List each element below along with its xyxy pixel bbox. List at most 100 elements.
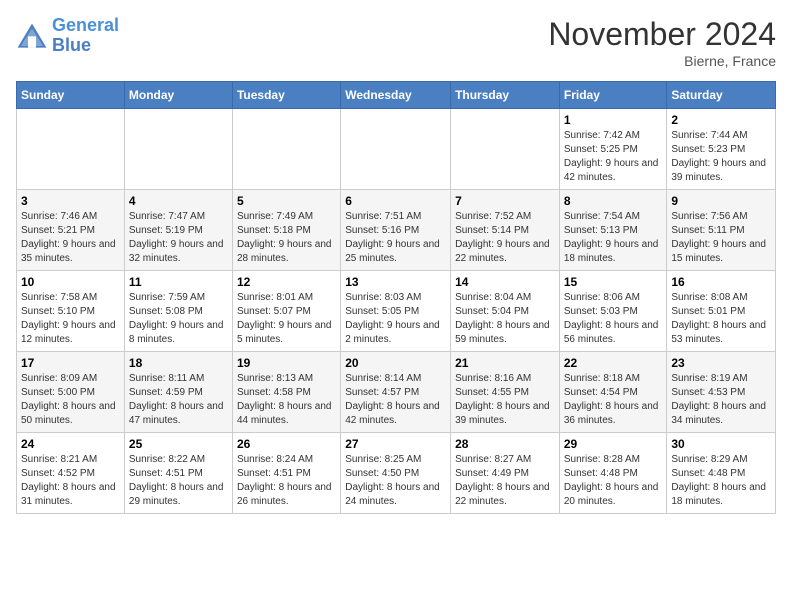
calendar-cell: 3 Sunrise: 7:46 AM Sunset: 5:21 PM Daylig… (17, 190, 125, 271)
day-number: 22 (564, 356, 663, 370)
day-info: Sunrise: 7:46 AM Sunset: 5:21 PM Dayligh… (21, 210, 120, 266)
day-info: Sunrise: 8:14 AM Sunset: 4:57 PM Dayligh… (345, 372, 446, 428)
day-number: 23 (671, 356, 771, 370)
calendar-cell: 19Sunrise: 8:13 AM Sunset: 4:58 PM Dayli… (232, 352, 340, 433)
location: Bierne, France (548, 53, 776, 69)
calendar-cell: 6 Sunrise: 7:51 AM Sunset: 5:16 PM Daylig… (341, 190, 451, 271)
calendar-cell (17, 109, 125, 190)
day-number: 4 (129, 194, 228, 208)
calendar-cell: 9Sunrise: 7:56 AM Sunset: 5:11 PM Daylig… (667, 190, 776, 271)
calendar-cell: 26 Sunrise: 8:24 AM Sunset: 4:51 PM Dayli… (232, 433, 340, 514)
logo: General Blue (16, 16, 119, 56)
day-info: Sunrise: 7:59 AM Sunset: 5:08 PM Dayligh… (129, 291, 228, 347)
day-info: Sunrise: 8:24 AM Sunset: 4:51 PM Dayligh… (237, 453, 336, 509)
calendar-cell: 14 Sunrise: 8:04 AM Sunset: 5:04 PM Dayli… (451, 271, 560, 352)
calendar-cell: 18 Sunrise: 8:11 AM Sunset: 4:59 PM Dayli… (124, 352, 232, 433)
day-info: Sunrise: 8:25 AM Sunset: 4:50 PM Dayligh… (345, 453, 446, 509)
calendar-cell: 11 Sunrise: 7:59 AM Sunset: 5:08 PM Dayli… (124, 271, 232, 352)
day-info: Sunrise: 7:42 AM Sunset: 5:25 PM Dayligh… (564, 129, 663, 185)
calendar-cell: 17Sunrise: 8:09 AM Sunset: 5:00 PM Dayli… (17, 352, 125, 433)
calendar-table: SundayMondayTuesdayWednesdayThursdayFrid… (16, 81, 776, 514)
day-info: Sunrise: 7:56 AM Sunset: 5:11 PM Dayligh… (671, 210, 771, 266)
day-number: 24 (21, 437, 120, 451)
calendar-cell: 4 Sunrise: 7:47 AM Sunset: 5:19 PM Daylig… (124, 190, 232, 271)
day-info: Sunrise: 7:58 AM Sunset: 5:10 PM Dayligh… (21, 291, 120, 347)
day-info: Sunrise: 8:22 AM Sunset: 4:51 PM Dayligh… (129, 453, 228, 509)
day-info: Sunrise: 7:44 AM Sunset: 5:23 PM Dayligh… (671, 129, 771, 185)
calendar-cell (124, 109, 232, 190)
calendar-cell: 10 Sunrise: 7:58 AM Sunset: 5:10 PM Dayli… (17, 271, 125, 352)
day-info: Sunrise: 8:08 AM Sunset: 5:01 PM Dayligh… (671, 291, 771, 347)
calendar-cell: 29 Sunrise: 8:28 AM Sunset: 4:48 PM Dayli… (559, 433, 667, 514)
title-block: November 2024 Bierne, France (548, 16, 776, 69)
calendar-cell: 5Sunrise: 7:49 AM Sunset: 5:18 PM Daylig… (232, 190, 340, 271)
day-number: 28 (455, 437, 555, 451)
calendar-cell: 23Sunrise: 8:19 AM Sunset: 4:53 PM Dayli… (667, 352, 776, 433)
day-info: Sunrise: 7:52 AM Sunset: 5:14 PM Dayligh… (455, 210, 555, 266)
calendar-cell: 2Sunrise: 7:44 AM Sunset: 5:23 PM Daylig… (667, 109, 776, 190)
day-info: Sunrise: 8:18 AM Sunset: 4:54 PM Dayligh… (564, 372, 663, 428)
calendar-cell: 21 Sunrise: 8:16 AM Sunset: 4:55 PM Dayli… (451, 352, 560, 433)
weekday-header: Monday (124, 82, 232, 109)
logo-text: General Blue (52, 16, 119, 56)
day-info: Sunrise: 8:21 AM Sunset: 4:52 PM Dayligh… (21, 453, 120, 509)
page-header: General Blue November 2024 Bierne, Franc… (16, 16, 776, 69)
day-info: Sunrise: 8:11 AM Sunset: 4:59 PM Dayligh… (129, 372, 228, 428)
day-number: 30 (671, 437, 771, 451)
weekday-header: Friday (559, 82, 667, 109)
calendar-cell (232, 109, 340, 190)
calendar-cell (451, 109, 560, 190)
day-info: Sunrise: 7:47 AM Sunset: 5:19 PM Dayligh… (129, 210, 228, 266)
weekday-header: Tuesday (232, 82, 340, 109)
weekday-header: Saturday (667, 82, 776, 109)
day-info: Sunrise: 7:51 AM Sunset: 5:16 PM Dayligh… (345, 210, 446, 266)
day-number: 21 (455, 356, 555, 370)
logo-icon (16, 22, 48, 50)
month-title: November 2024 (548, 16, 776, 53)
weekday-header-row: SundayMondayTuesdayWednesdayThursdayFrid… (17, 82, 776, 109)
day-number: 18 (129, 356, 228, 370)
day-info: Sunrise: 8:04 AM Sunset: 5:04 PM Dayligh… (455, 291, 555, 347)
day-info: Sunrise: 8:16 AM Sunset: 4:55 PM Dayligh… (455, 372, 555, 428)
calendar-cell: 24 Sunrise: 8:21 AM Sunset: 4:52 PM Dayli… (17, 433, 125, 514)
day-number: 11 (129, 275, 228, 289)
day-number: 29 (564, 437, 663, 451)
day-number: 7 (455, 194, 555, 208)
day-number: 10 (21, 275, 120, 289)
calendar-cell: 1Sunrise: 7:42 AM Sunset: 5:25 PM Daylig… (559, 109, 667, 190)
day-info: Sunrise: 8:03 AM Sunset: 5:05 PM Dayligh… (345, 291, 446, 347)
day-number: 6 (345, 194, 446, 208)
calendar-cell: 25 Sunrise: 8:22 AM Sunset: 4:51 PM Dayli… (124, 433, 232, 514)
day-info: Sunrise: 8:28 AM Sunset: 4:48 PM Dayligh… (564, 453, 663, 509)
day-number: 19 (237, 356, 336, 370)
day-number: 13 (345, 275, 446, 289)
day-number: 17 (21, 356, 120, 370)
calendar-cell: 27 Sunrise: 8:25 AM Sunset: 4:50 PM Dayli… (341, 433, 451, 514)
calendar-cell: 12Sunrise: 8:01 AM Sunset: 5:07 PM Dayli… (232, 271, 340, 352)
weekday-header: Wednesday (341, 82, 451, 109)
day-number: 14 (455, 275, 555, 289)
calendar-week-row: 1Sunrise: 7:42 AM Sunset: 5:25 PM Daylig… (17, 109, 776, 190)
day-number: 15 (564, 275, 663, 289)
day-number: 25 (129, 437, 228, 451)
calendar-week-row: 24 Sunrise: 8:21 AM Sunset: 4:52 PM Dayli… (17, 433, 776, 514)
calendar-cell: 13 Sunrise: 8:03 AM Sunset: 5:05 PM Dayli… (341, 271, 451, 352)
day-number: 27 (345, 437, 446, 451)
day-number: 16 (671, 275, 771, 289)
day-number: 5 (237, 194, 336, 208)
calendar-week-row: 10 Sunrise: 7:58 AM Sunset: 5:10 PM Dayli… (17, 271, 776, 352)
day-number: 3 (21, 194, 120, 208)
calendar-cell: 30Sunrise: 8:29 AM Sunset: 4:48 PM Dayli… (667, 433, 776, 514)
calendar-week-row: 17Sunrise: 8:09 AM Sunset: 5:00 PM Dayli… (17, 352, 776, 433)
weekday-header: Sunday (17, 82, 125, 109)
calendar-cell: 22 Sunrise: 8:18 AM Sunset: 4:54 PM Dayli… (559, 352, 667, 433)
day-info: Sunrise: 8:01 AM Sunset: 5:07 PM Dayligh… (237, 291, 336, 347)
calendar-week-row: 3 Sunrise: 7:46 AM Sunset: 5:21 PM Daylig… (17, 190, 776, 271)
calendar-cell: 15Sunrise: 8:06 AM Sunset: 5:03 PM Dayli… (559, 271, 667, 352)
calendar-cell: 16 Sunrise: 8:08 AM Sunset: 5:01 PM Dayli… (667, 271, 776, 352)
calendar-cell: 8Sunrise: 7:54 AM Sunset: 5:13 PM Daylig… (559, 190, 667, 271)
calendar-cell: 7 Sunrise: 7:52 AM Sunset: 5:14 PM Daylig… (451, 190, 560, 271)
day-number: 20 (345, 356, 446, 370)
day-number: 26 (237, 437, 336, 451)
day-info: Sunrise: 7:54 AM Sunset: 5:13 PM Dayligh… (564, 210, 663, 266)
